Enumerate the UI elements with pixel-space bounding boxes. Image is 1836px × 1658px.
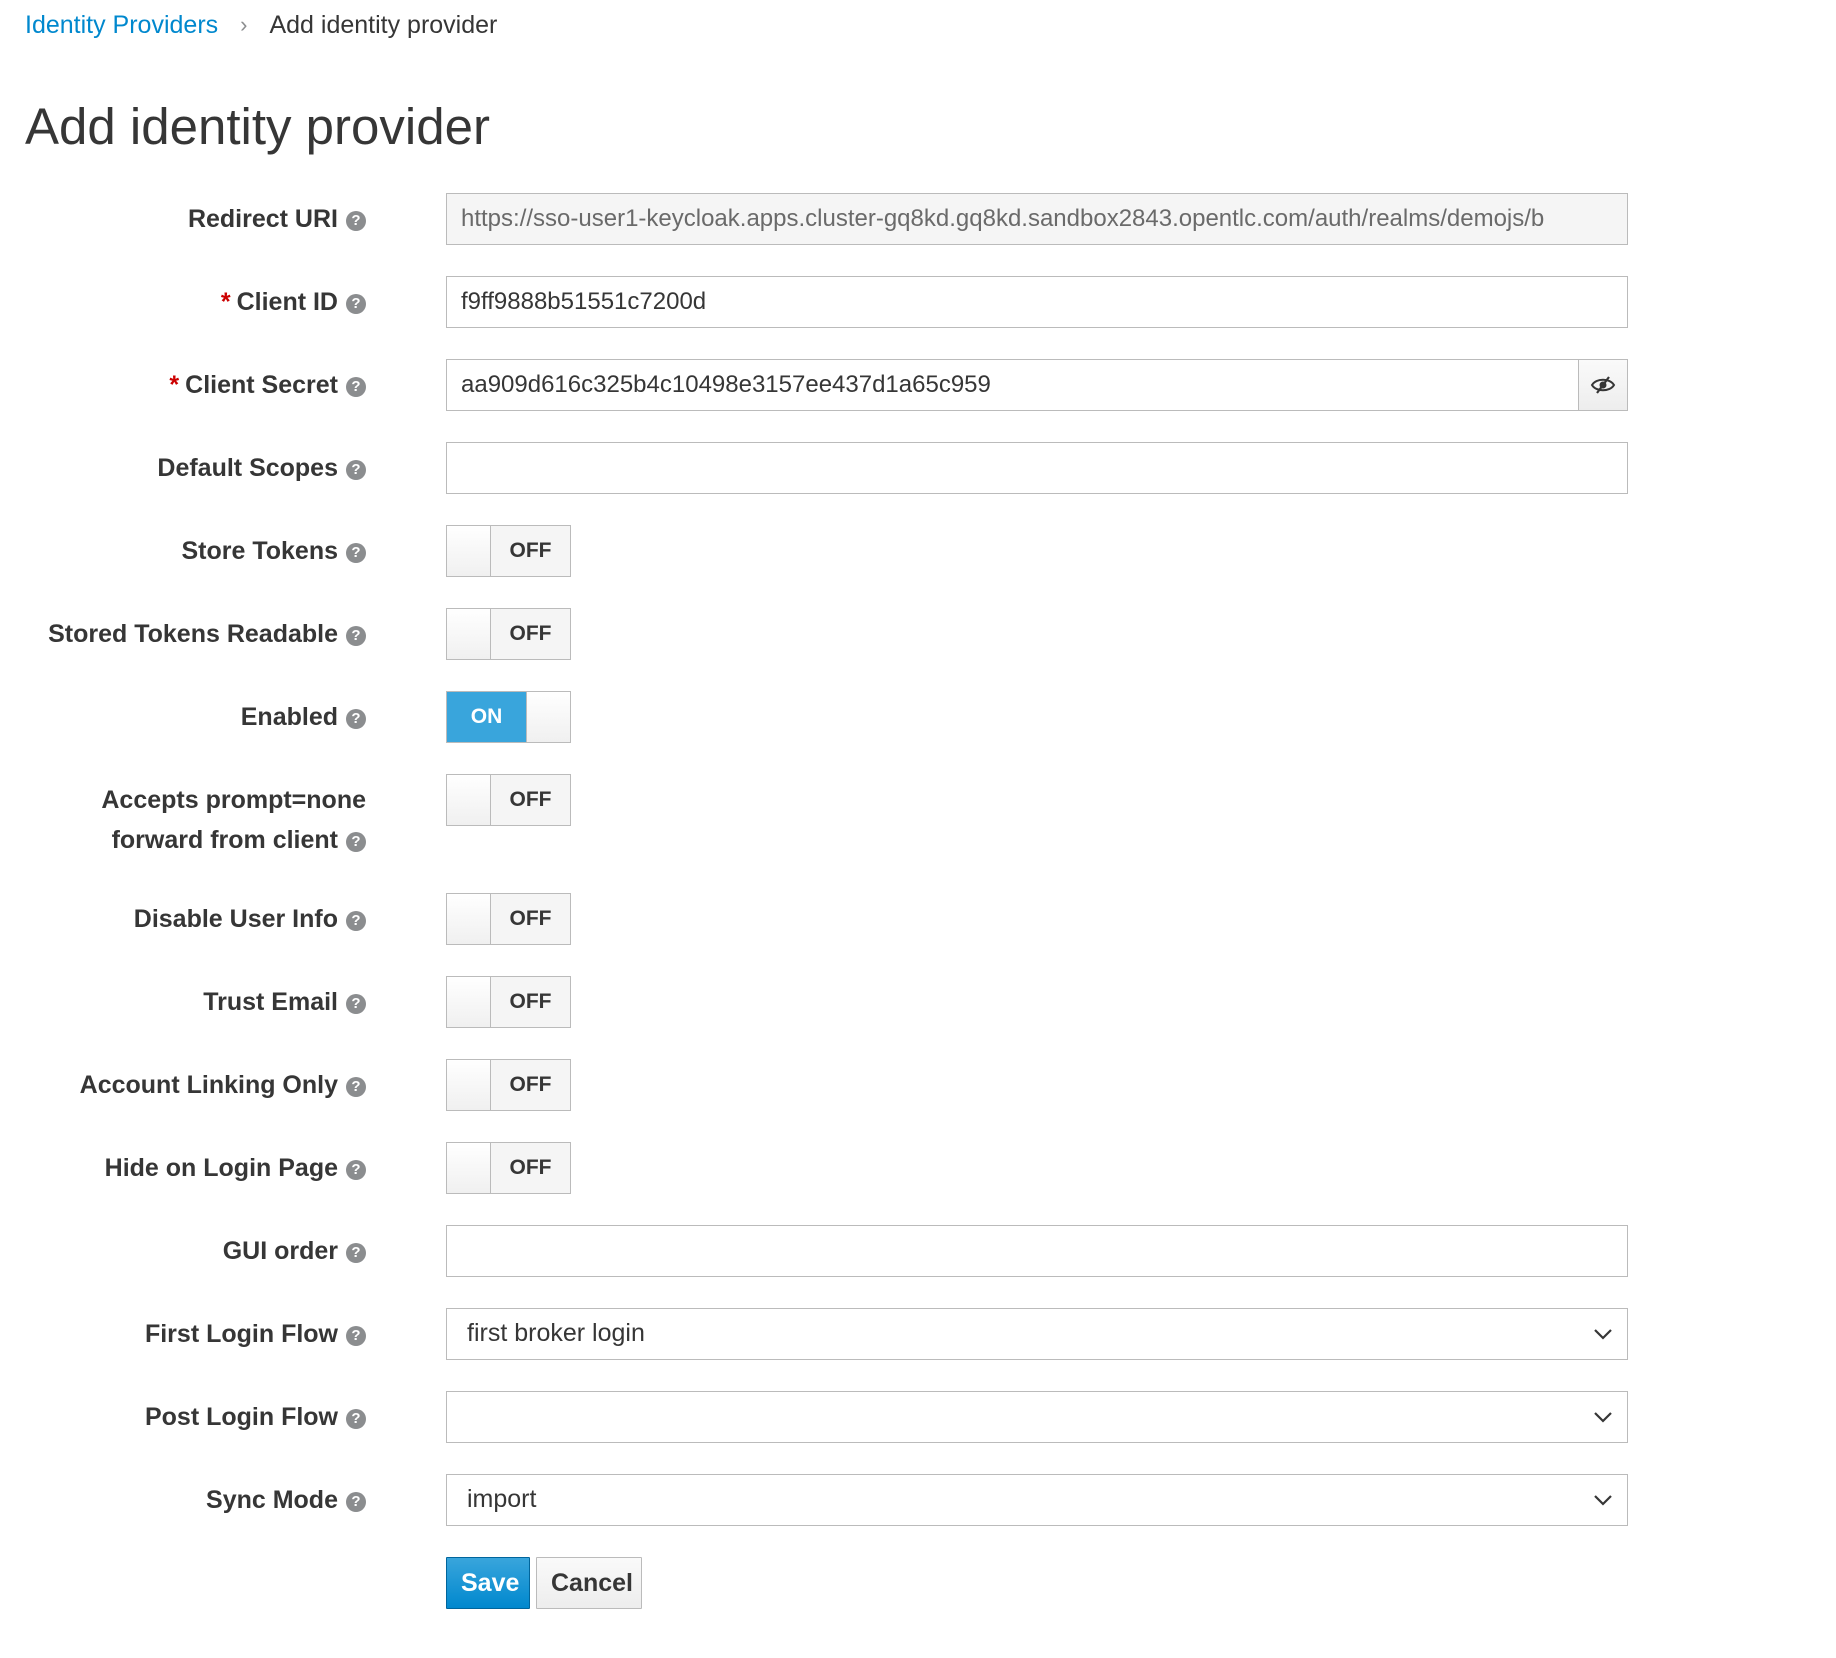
- required-mark: *: [220, 288, 231, 316]
- help-icon[interactable]: ?: [346, 1243, 366, 1263]
- cancel-button[interactable]: Cancel: [536, 1557, 642, 1609]
- trust-email-label: Trust Email?: [203, 982, 366, 1022]
- help-icon[interactable]: ?: [346, 709, 366, 729]
- client-id-label: * Client ID?: [221, 282, 366, 322]
- toggle-knob: [447, 526, 491, 576]
- first-login-flow-label-text: First Login Flow: [144, 1320, 338, 1348]
- help-icon[interactable]: ?: [346, 994, 366, 1014]
- toggle-state: ON: [447, 692, 526, 742]
- help-icon[interactable]: ?: [346, 377, 366, 397]
- hide-on-login-page-label-text: Hide on Login Page: [104, 1154, 338, 1182]
- redirect-uri-label: Redirect URI?: [188, 199, 366, 239]
- breadcrumb-current: Add identity provider: [269, 10, 498, 39]
- first-login-flow-selected: first broker login: [467, 1319, 645, 1347]
- accepts-prompt-none-label-line1: Accepts prompt=none: [101, 786, 366, 814]
- client-secret-label-text: Client Secret: [185, 371, 338, 399]
- trust-email-label-text: Trust Email: [203, 988, 338, 1016]
- gui-order-label: GUI order?: [223, 1231, 366, 1271]
- client-id-label-text: Client ID: [236, 288, 338, 316]
- page-title: Add identity provider: [25, 98, 490, 155]
- toggle-knob: [447, 894, 491, 944]
- account-linking-only-toggle[interactable]: OFF: [446, 1059, 571, 1111]
- client-secret-label: * Client Secret?: [169, 365, 366, 405]
- toggle-state: OFF: [491, 1143, 570, 1193]
- redirect-uri-label-text: Redirect URI: [187, 205, 338, 233]
- post-login-flow-label: Post Login Flow?: [145, 1397, 366, 1437]
- help-icon[interactable]: ?: [346, 1160, 366, 1180]
- breadcrumb-identity-providers-link[interactable]: Identity Providers: [25, 11, 218, 40]
- toggle-knob: [447, 977, 491, 1027]
- required-mark: *: [169, 371, 180, 399]
- breadcrumb: Identity Providers › Add identity provid…: [25, 8, 497, 42]
- gui-order-label-text: GUI order: [222, 1237, 338, 1265]
- store-tokens-toggle[interactable]: OFF: [446, 525, 571, 577]
- first-login-flow-label: First Login Flow?: [145, 1314, 366, 1354]
- help-icon[interactable]: ?: [346, 1492, 366, 1512]
- default-scopes-label-text: Default Scopes: [157, 454, 338, 482]
- store-tokens-label-text: Store Tokens: [181, 537, 338, 565]
- toggle-state: OFF: [491, 894, 570, 944]
- enabled-toggle[interactable]: ON: [446, 691, 571, 743]
- toggle-knob: [447, 775, 491, 825]
- disable-user-info-label-text: Disable User Info: [133, 905, 338, 933]
- help-icon[interactable]: ?: [346, 1077, 366, 1097]
- first-login-flow-select[interactable]: first broker login: [446, 1308, 1628, 1360]
- stored-tokens-readable-label-text: Stored Tokens Readable: [48, 620, 338, 648]
- sync-mode-select[interactable]: import: [446, 1474, 1628, 1526]
- chevron-down-icon: [1593, 1392, 1613, 1442]
- toggle-state: OFF: [491, 1060, 570, 1110]
- toggle-knob: [447, 609, 491, 659]
- enabled-label-text: Enabled: [240, 703, 338, 731]
- save-button[interactable]: Save: [446, 1557, 530, 1609]
- trust-email-toggle[interactable]: OFF: [446, 976, 571, 1028]
- toggle-state: OFF: [491, 775, 570, 825]
- help-icon[interactable]: ?: [346, 832, 366, 852]
- sync-mode-label-text: Sync Mode: [206, 1486, 338, 1514]
- toggle-knob: [447, 1060, 491, 1110]
- client-secret-group: aa909d616c325b4c10498e3157ee437d1a65c959: [446, 359, 1628, 411]
- chevron-down-icon: [1593, 1475, 1613, 1525]
- client-id-input[interactable]: [446, 276, 1628, 328]
- redirect-uri-field[interactable]: https://sso-user1-keycloak.apps.cluster-…: [446, 193, 1628, 245]
- eye-slash-icon: [1590, 376, 1616, 394]
- disable-user-info-toggle[interactable]: OFF: [446, 893, 571, 945]
- post-login-flow-select[interactable]: [446, 1391, 1628, 1443]
- account-linking-only-label-text: Account Linking Only: [79, 1071, 338, 1099]
- help-icon[interactable]: ?: [346, 626, 366, 646]
- toggle-state: OFF: [491, 977, 570, 1027]
- account-linking-only-label: Account Linking Only?: [80, 1065, 366, 1105]
- help-icon[interactable]: ?: [346, 294, 366, 314]
- accepts-prompt-none-label-line2: forward from client: [111, 826, 338, 854]
- help-icon[interactable]: ?: [346, 211, 366, 231]
- post-login-flow-label-text: Post Login Flow: [144, 1403, 338, 1431]
- sync-mode-selected: import: [467, 1485, 537, 1513]
- store-tokens-label: Store Tokens?: [181, 531, 366, 571]
- enabled-label: Enabled?: [241, 697, 366, 737]
- gui-order-input[interactable]: [446, 1225, 1628, 1277]
- help-icon[interactable]: ?: [346, 460, 366, 480]
- stored-tokens-readable-label: Stored Tokens Readable?: [48, 614, 366, 654]
- show-secret-button[interactable]: [1578, 359, 1628, 411]
- default-scopes-label: Default Scopes?: [157, 448, 366, 488]
- toggle-state: OFF: [491, 526, 570, 576]
- sync-mode-label: Sync Mode?: [206, 1480, 366, 1520]
- help-icon[interactable]: ?: [346, 1409, 366, 1429]
- toggle-knob: [526, 692, 570, 742]
- disable-user-info-label: Disable User Info?: [134, 899, 366, 939]
- help-icon[interactable]: ?: [346, 911, 366, 931]
- hide-on-login-page-toggle[interactable]: OFF: [446, 1142, 571, 1194]
- toggle-state: OFF: [491, 609, 570, 659]
- help-icon[interactable]: ?: [346, 543, 366, 563]
- stored-tokens-readable-toggle[interactable]: OFF: [446, 608, 571, 660]
- breadcrumb-separator-icon: ›: [240, 12, 248, 37]
- client-secret-input[interactable]: aa909d616c325b4c10498e3157ee437d1a65c959: [446, 359, 1579, 411]
- accepts-prompt-none-toggle[interactable]: OFF: [446, 774, 571, 826]
- accepts-prompt-none-label: Accepts prompt=none forward from client?: [101, 780, 366, 860]
- hide-on-login-page-label: Hide on Login Page?: [105, 1148, 366, 1188]
- chevron-down-icon: [1593, 1309, 1613, 1359]
- help-icon[interactable]: ?: [346, 1326, 366, 1346]
- toggle-knob: [447, 1143, 491, 1193]
- default-scopes-input[interactable]: [446, 442, 1628, 494]
